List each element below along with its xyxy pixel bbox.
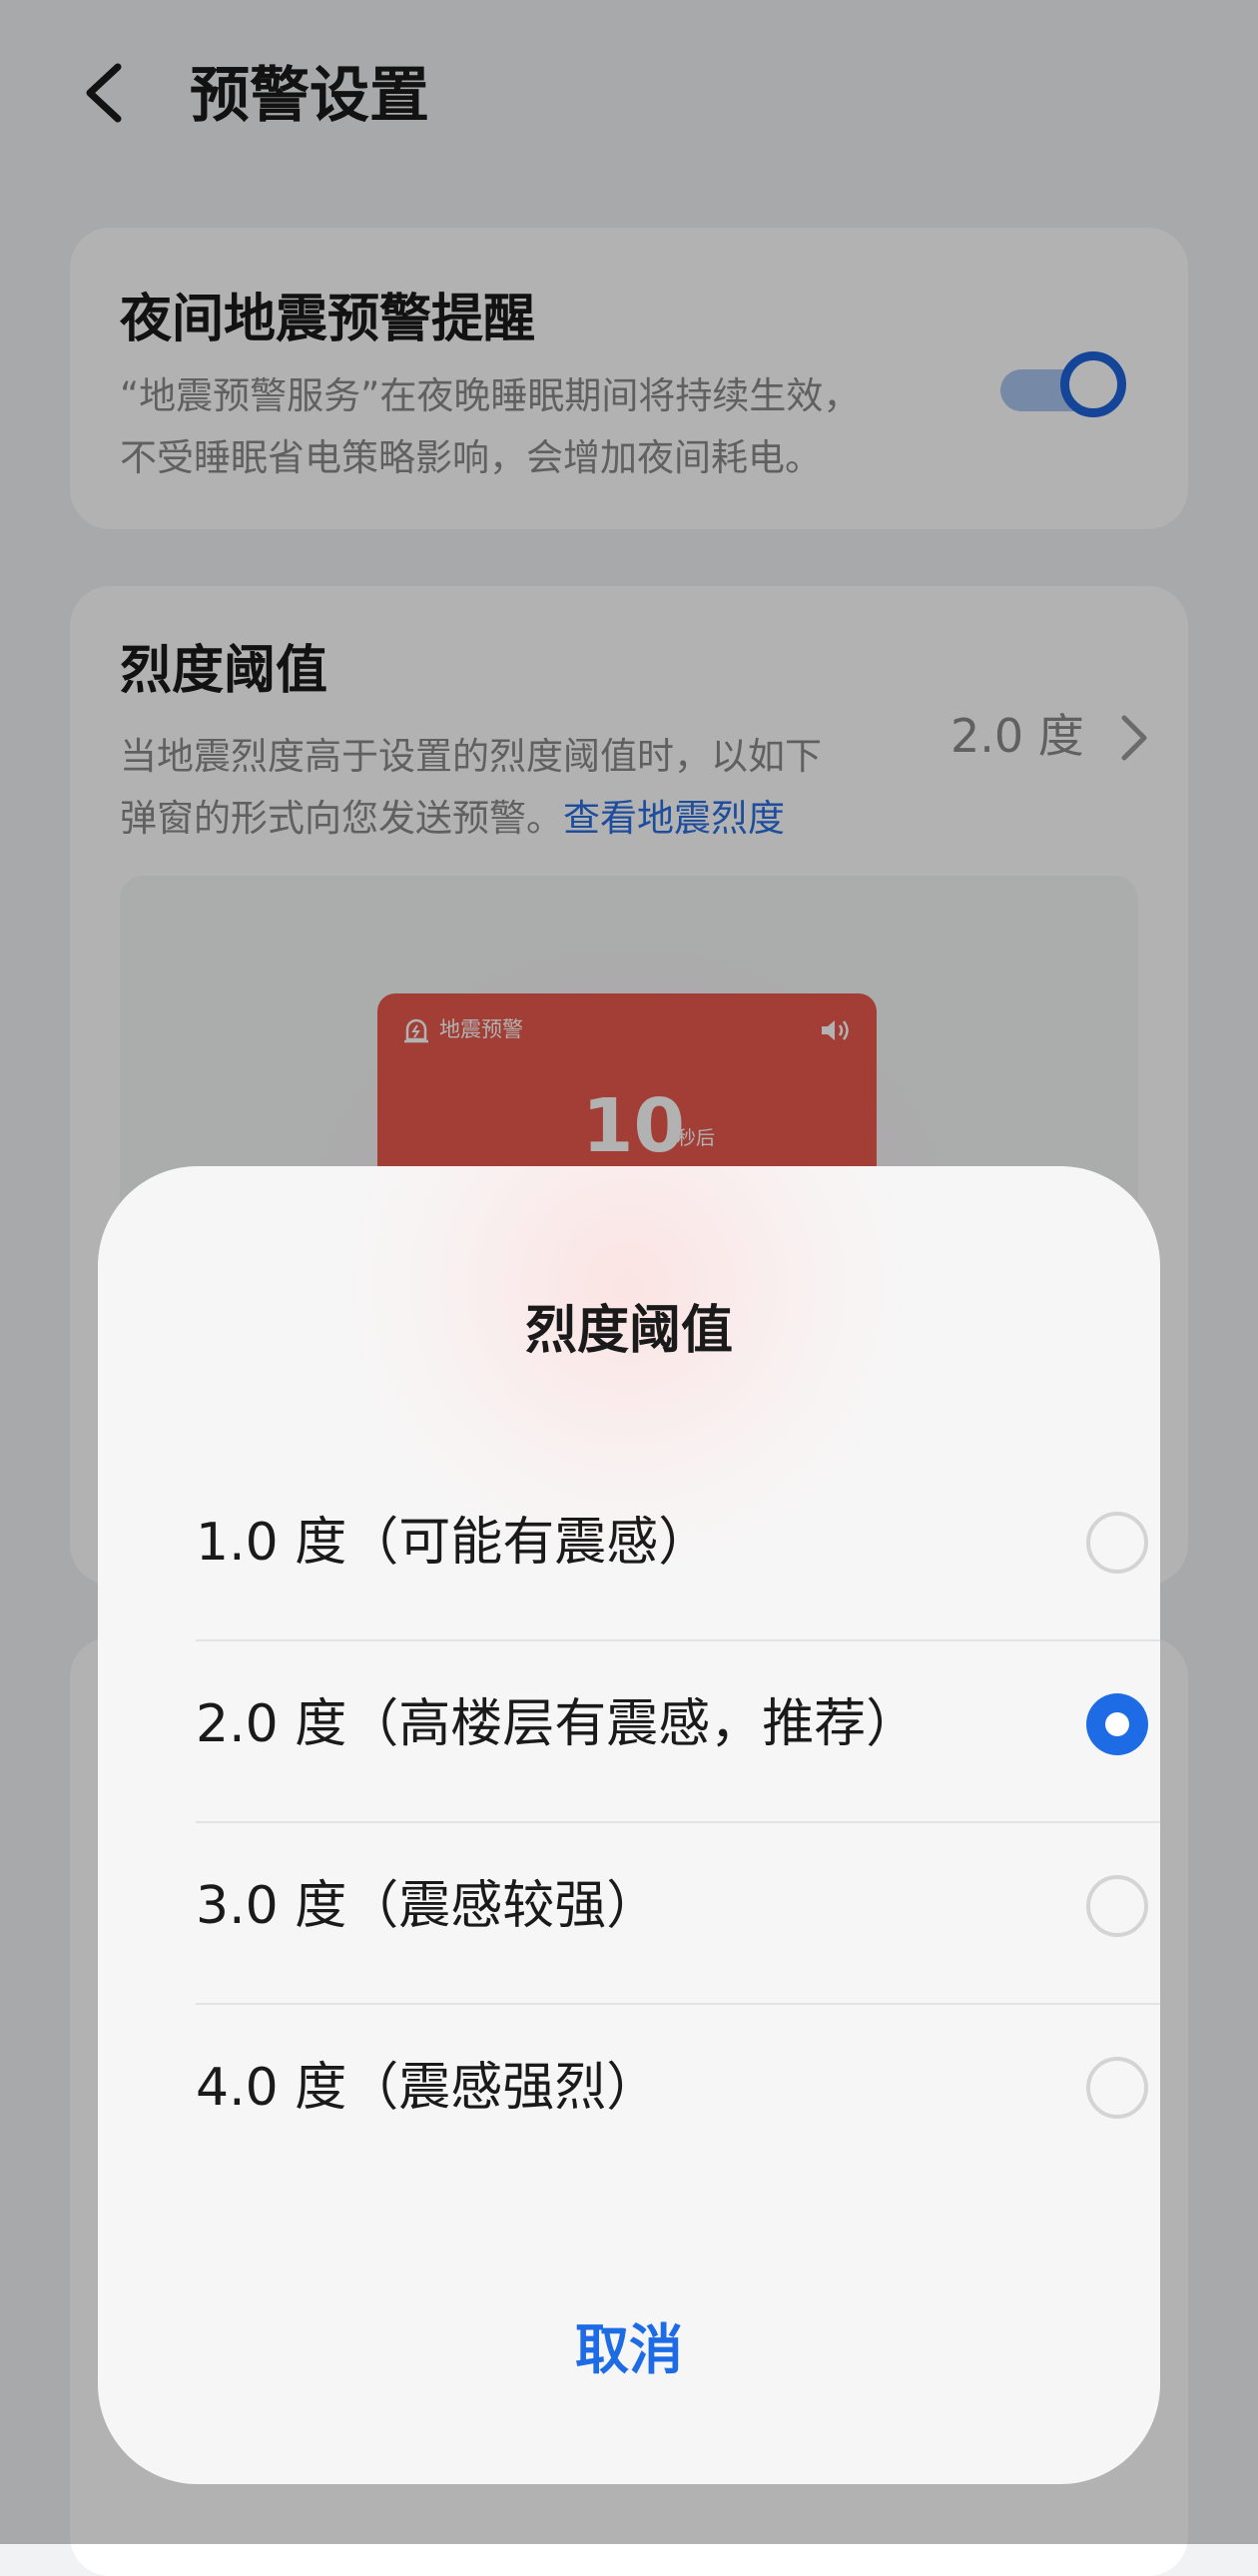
option-label: 2.0 度（高楼层有震感，推荐） — [196, 1694, 919, 1754]
option-divider — [196, 1821, 1160, 1823]
option-divider — [196, 1639, 1160, 1641]
radio-button[interactable] — [1086, 1875, 1148, 1937]
dialog-title: 烈度阈值 — [524, 1301, 733, 1361]
option-label: 3.0 度（震感较强） — [196, 1876, 659, 1936]
dialog-glow — [308, 1166, 946, 1566]
radio-button-selected[interactable] — [1086, 1693, 1148, 1755]
option-label: 1.0 度（可能有震感） — [196, 1513, 711, 1573]
radio-button[interactable] — [1086, 1512, 1148, 1574]
threshold-dialog: 烈度阈值 1.0 度（可能有震感） 2.0 度（高楼层有震感，推荐） 3.0 度… — [98, 1166, 1160, 2484]
radio-button[interactable] — [1086, 2057, 1148, 2119]
option-label: 4.0 度（震感强烈） — [196, 2058, 659, 2118]
option-divider — [196, 2003, 1160, 2005]
cancel-button[interactable]: 取消 — [98, 2314, 1160, 2386]
